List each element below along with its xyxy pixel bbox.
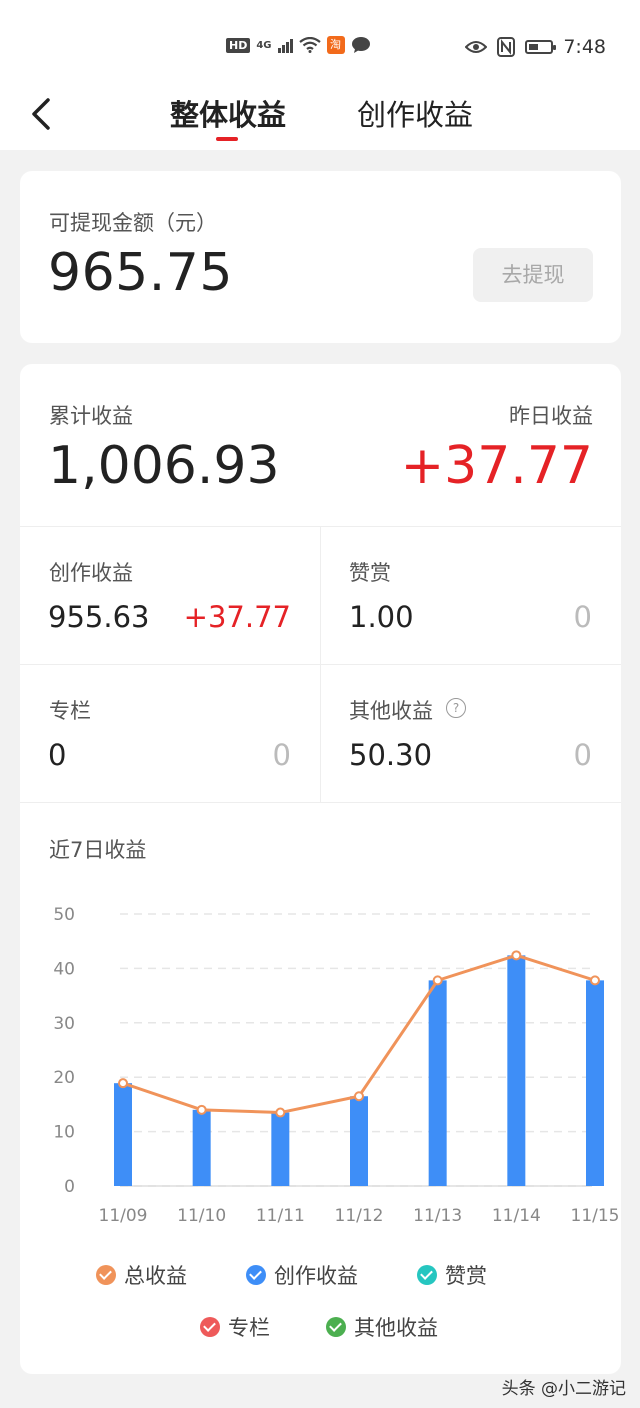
bar	[271, 1112, 290, 1186]
legend-label: 创作收益	[274, 1264, 358, 1288]
status-right-icons: 7:48	[465, 36, 606, 58]
x-tick-label: 11/15	[571, 1206, 620, 1226]
column-value: 0	[48, 738, 67, 772]
chart-title: 近7日收益	[49, 838, 147, 862]
battery-icon	[525, 40, 557, 54]
bar	[350, 1096, 368, 1186]
tips-value: 1.00	[349, 600, 414, 634]
withdraw-card: 可提现金额（元） 965.75 去提现	[20, 171, 621, 343]
earnings-card: 累计收益 1,006.93 昨日收益 +37.77 创作收益 955.63 +3…	[20, 364, 621, 1374]
line-point	[432, 975, 443, 986]
y-tick-label: 10	[53, 1123, 75, 1143]
active-tab-indicator	[216, 137, 238, 141]
divider	[320, 526, 321, 802]
x-tick-label: 11/10	[177, 1206, 226, 1226]
eye-icon	[465, 41, 488, 53]
back-arrow-icon[interactable]	[26, 96, 62, 132]
line-point	[590, 975, 600, 986]
x-tick-label: 11/14	[492, 1206, 541, 1226]
y-tick-label: 40	[53, 959, 75, 979]
tab-creation-earnings[interactable]: 创作收益	[357, 92, 473, 134]
tips-delta: 0	[573, 600, 592, 634]
creation-earnings-value: 955.63	[48, 600, 150, 634]
check-icon	[417, 1265, 437, 1285]
tips-label: 赞赏	[349, 561, 391, 585]
creation-earnings-label: 创作收益	[49, 561, 133, 585]
check-icon	[200, 1317, 220, 1337]
withdraw-button[interactable]: 去提现	[473, 248, 593, 302]
legend-item[interactable]: 总收益	[96, 1260, 187, 1290]
earnings-chart: 0 10 20 30 40 50 11/09 11/10 11/11 11/12 11/13 11/1…	[53, 905, 620, 1226]
other-earnings-delta: 0	[573, 738, 592, 772]
check-icon	[246, 1265, 266, 1285]
hd-icon: HD	[226, 37, 251, 53]
y-tick-label: 30	[53, 1014, 75, 1034]
check-icon	[326, 1317, 346, 1337]
line-point	[196, 1104, 207, 1115]
other-earnings-value: 50.30	[349, 738, 433, 772]
x-tick-label: 11/12	[335, 1206, 384, 1226]
total-earnings-amount: 1,006.93	[48, 436, 280, 496]
x-tick-label: 11/13	[413, 1206, 462, 1226]
y-tick-label: 20	[53, 1068, 75, 1088]
line-point	[118, 1078, 128, 1089]
legend-item[interactable]: 赞赏	[417, 1260, 487, 1290]
line-point	[354, 1091, 364, 1102]
status-time: 7:48	[563, 36, 606, 58]
bar	[428, 980, 447, 1186]
y-tick-label: 0	[64, 1177, 75, 1197]
status-bar: HD 4G 淘 7:48	[0, 0, 640, 84]
bar	[114, 1083, 132, 1186]
withdraw-amount: 965.75	[48, 243, 233, 303]
status-left-icons: HD 4G 淘	[226, 36, 371, 54]
divider	[20, 802, 621, 803]
watermark: 头条 @小二游记	[501, 1379, 626, 1399]
bar	[192, 1109, 211, 1186]
help-icon[interactable]: ?	[446, 698, 466, 718]
total-earnings-label: 累计收益	[49, 404, 133, 428]
tab-overall-earnings[interactable]: 整体收益	[170, 92, 286, 134]
column-label: 专栏	[49, 699, 91, 723]
legend-item[interactable]: 其他收益	[326, 1312, 438, 1342]
check-icon	[96, 1265, 116, 1285]
column-delta: 0	[272, 738, 291, 772]
top-nav: 整体收益 创作收益	[0, 84, 640, 150]
y-tick-label: 50	[53, 905, 75, 925]
bar	[586, 980, 604, 1186]
legend-label: 专栏	[228, 1316, 270, 1340]
bar	[507, 955, 526, 1186]
legend-item[interactable]: 创作收益	[246, 1260, 358, 1290]
signal-icon	[277, 37, 293, 53]
x-tick-label: 11/09	[99, 1206, 148, 1226]
wifi-icon	[298, 37, 321, 53]
legend-label: 其他收益	[354, 1316, 438, 1340]
withdraw-label: 可提现金额（元）	[49, 211, 217, 235]
chat-icon	[351, 37, 370, 53]
legend-label: 赞赏	[445, 1264, 487, 1288]
line-point	[511, 950, 522, 961]
other-earnings-label: 其他收益	[349, 699, 433, 723]
creation-earnings-delta: +37.77	[183, 600, 291, 634]
legend-item[interactable]: 专栏	[200, 1312, 270, 1342]
legend-label: 总收益	[124, 1264, 187, 1288]
taobao-app-icon: 淘	[326, 36, 345, 54]
line-point	[275, 1107, 286, 1118]
yesterday-earnings-label: 昨日收益	[509, 404, 593, 428]
nfc-icon	[497, 37, 516, 57]
network-type: 4G	[256, 39, 272, 51]
x-tick-label: 11/11	[256, 1206, 305, 1226]
yesterday-earnings-amount: +37.77	[400, 436, 593, 496]
